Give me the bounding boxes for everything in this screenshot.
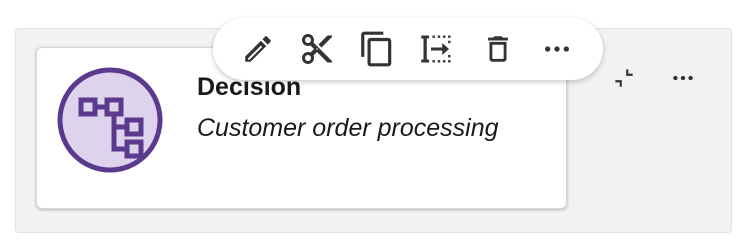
cut-button[interactable] [298,30,336,68]
insert-after-icon [421,35,451,63]
card-more-button[interactable] [668,63,698,93]
edit-button[interactable] [239,30,277,68]
trash-delete-icon [488,36,508,62]
decision-flow-icon [57,67,163,173]
collapse-icon [615,69,633,87]
more-horizontal-icon [545,46,569,52]
collapse-button[interactable] [609,63,639,93]
more-actions-button[interactable] [538,30,576,68]
copy-icon [361,31,392,67]
insert-after-button[interactable] [418,30,456,68]
node-subtitle: Customer order processing [197,114,499,142]
delete-button[interactable] [479,30,517,68]
pencil-edit-icon [245,36,271,62]
copy-button[interactable] [358,30,396,68]
scissors-cut-icon [302,34,332,64]
more-horizontal-icon [673,75,693,81]
node-action-toolbar [213,18,603,80]
